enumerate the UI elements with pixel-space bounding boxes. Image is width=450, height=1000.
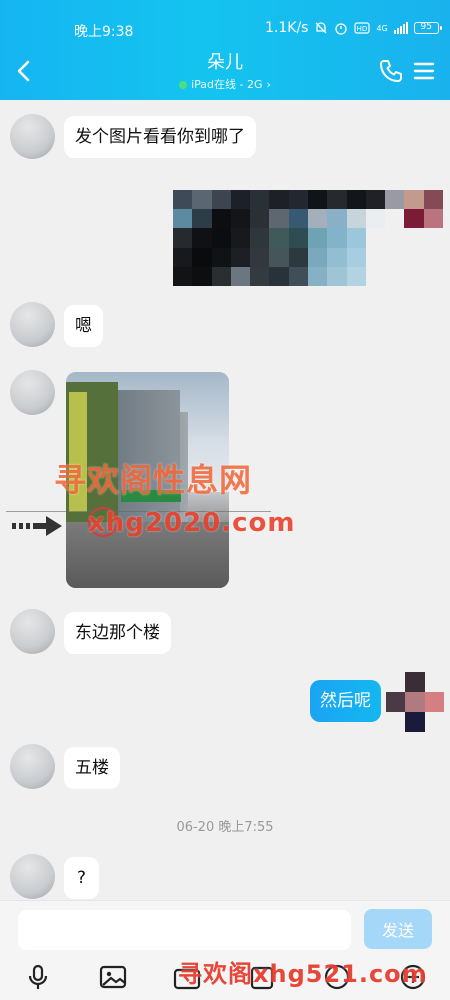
alarm-icon (335, 23, 348, 35)
message-bubble[interactable]: ? (64, 857, 100, 899)
watermark-text: 寻欢阁性息网 (54, 461, 253, 499)
network-type: 4G (376, 23, 388, 33)
watermark-text: xhg2020.com (88, 508, 296, 538)
online-dot-icon (179, 81, 188, 89)
image-icon[interactable] (98, 962, 128, 992)
status-bar: 晚上9:38 1.1K/s HD 4G 95 (0, 18, 450, 42)
hd-icon: HD (354, 22, 371, 34)
my-avatar[interactable] (386, 672, 444, 732)
menu-icon[interactable] (412, 60, 436, 82)
mute-bell-icon (316, 22, 327, 34)
message-bubble[interactable]: 东边那个楼 (64, 612, 171, 654)
contact-avatar[interactable] (10, 744, 55, 789)
my-message-bubble[interactable]: 然后呢 (310, 680, 381, 722)
chevron-right-icon: › (266, 78, 271, 91)
message-bubble[interactable]: 嗯 (64, 305, 103, 347)
sent-image-mosaic[interactable] (173, 190, 443, 286)
status-indicators: 1.1K/s HD 4G 95 (265, 20, 442, 36)
mic-icon[interactable] (23, 962, 53, 992)
contact-avatar[interactable] (10, 302, 55, 347)
chat-header: 晚上9:38 1.1K/s HD 4G 95 朵儿 iPad在线 - 2G › (0, 0, 450, 100)
network-speed: 1.1K/s (265, 20, 309, 36)
battery-icon: 95 (413, 22, 442, 34)
contact-status-text: iPad在线 - 2G (191, 78, 263, 91)
contact-avatar[interactable] (10, 854, 55, 899)
message-input[interactable] (18, 910, 351, 950)
message-bubble[interactable]: 五楼 (64, 747, 120, 789)
phone-icon[interactable] (378, 58, 404, 84)
contact-avatar[interactable] (10, 370, 55, 415)
svg-text:HD: HD (357, 25, 368, 33)
back-icon[interactable] (10, 56, 38, 86)
contact-avatar[interactable] (10, 609, 55, 654)
contact-name: 朵儿 (207, 52, 243, 73)
contact-avatar[interactable] (10, 114, 55, 159)
send-button[interactable]: 发送 (364, 909, 432, 949)
status-time: 晚上9:38 (74, 24, 134, 40)
message-timestamp: 06-20 晚上7:55 (176, 820, 274, 835)
arrow-right-icon (12, 516, 62, 536)
contact-status: iPad在线 - 2G › (179, 76, 271, 94)
signal-icon (393, 22, 408, 34)
message-bubble[interactable]: 发个图片看看你到哪了 (64, 116, 256, 158)
chat-title[interactable]: 朵儿 iPad在线 - 2G › (125, 52, 325, 94)
watermark-text: 寻欢阁xhg521.com (178, 960, 428, 988)
